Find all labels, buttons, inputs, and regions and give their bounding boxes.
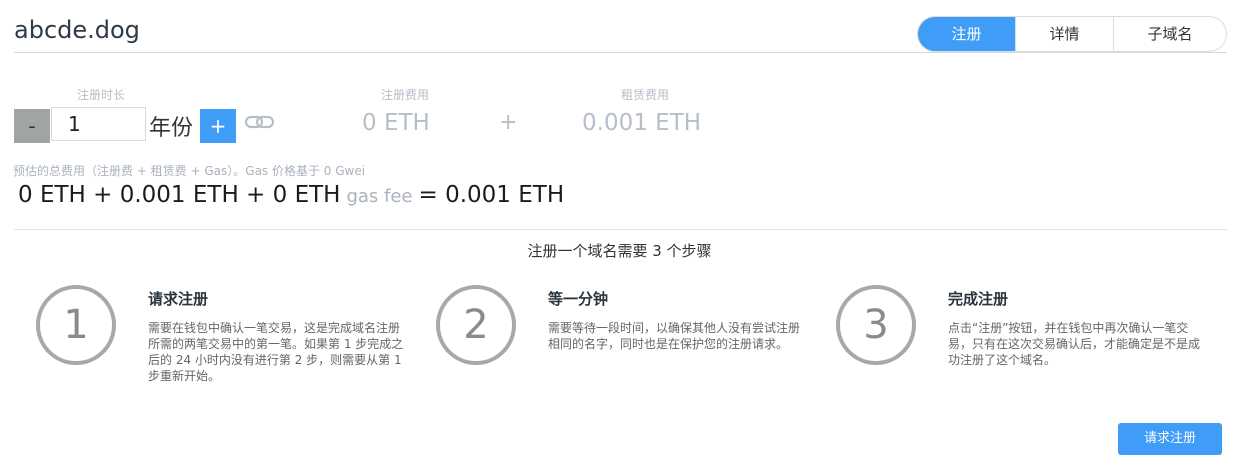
step-1-desc: 需要在钱包中确认一笔交易，这是完成域名注册所需的两笔交易中的第一笔。如果第 1 …: [148, 321, 404, 383]
tab-register[interactable]: 注册: [918, 17, 1015, 51]
rent-fee-value: 0.001 ETH: [582, 110, 702, 136]
step-3-title: 完成注册: [948, 290, 1009, 308]
reg-fee-label: 注册费用: [381, 88, 430, 102]
plus-symbol: +: [499, 110, 518, 135]
years-unit: 年份: [149, 116, 194, 141]
domain-title: abcde.dog: [14, 16, 140, 44]
tab-details[interactable]: 详情: [1015, 17, 1113, 51]
header: abcde.dog 注册 详情 子域名: [14, 0, 1227, 53]
divider: [14, 229, 1227, 230]
decrement-button[interactable]: -: [14, 109, 50, 143]
gas-fee-label: gas fee: [346, 186, 413, 207]
reg-fee-value: 0 ETH: [362, 110, 430, 136]
years-input[interactable]: [51, 107, 146, 141]
tab-group: 注册 详情 子域名: [917, 16, 1227, 52]
step-2-circle: 2: [436, 285, 516, 365]
step-2-title: 等一分钟: [548, 290, 609, 308]
step-3-desc: 点击“注册”按钮，并在钱包中再次确认一笔交易，只有在这次交易确认后，才能确定是不…: [948, 321, 1201, 367]
request-register-button[interactable]: 请求注册: [1118, 423, 1222, 455]
step-3-circle: 3: [836, 285, 916, 365]
link-icon[interactable]: [244, 112, 276, 136]
step-1-title: 请求注册: [148, 290, 209, 308]
total-parts: 0 ETH + 0.001 ETH + 0 ETH: [18, 182, 341, 208]
increment-button[interactable]: +: [200, 109, 236, 143]
duration-label: 注册时长: [77, 88, 126, 102]
step-1-circle: 1: [36, 285, 116, 365]
tab-subdomains[interactable]: 子域名: [1113, 17, 1226, 51]
estimate-note: 预估的总费用（注册费 + 租赁费 + Gas）。Gas 价格基于 0 Gwei: [13, 164, 366, 178]
rent-fee-label: 租赁费用: [621, 88, 670, 102]
total-result: = 0.001 ETH: [418, 182, 565, 208]
steps-heading: 注册一个域名需要 3 个步骤: [527, 242, 712, 260]
step-2-desc: 需要等待一段时间，以确保其他人没有尝试注册相同的名字，同时也是在保护您的注册请求…: [548, 321, 801, 351]
total-cost: 0 ETH + 0.001 ETH + 0 ETH gas fee = 0.001 …: [18, 182, 564, 208]
